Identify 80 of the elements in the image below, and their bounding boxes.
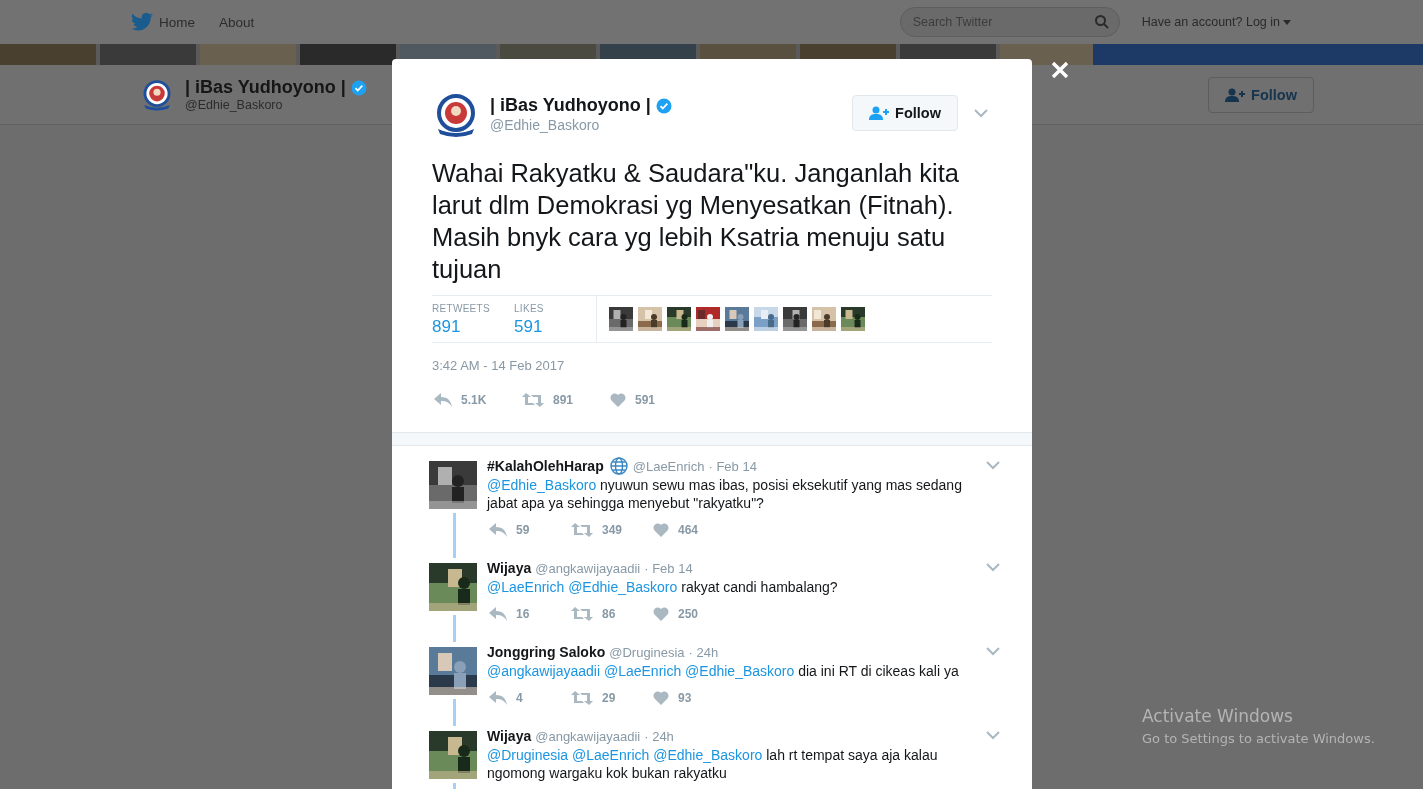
reply-author-name[interactable]: Jonggring Saloko	[487, 644, 606, 660]
heart-icon[interactable]	[653, 691, 669, 705]
caret-icon[interactable]	[986, 563, 1000, 572]
reply-icon[interactable]	[489, 691, 507, 705]
reply-time[interactable]: · Feb 14	[708, 458, 757, 474]
action-count: 59	[516, 523, 530, 537]
tweet-text: Wahai Rakyatku & Saudara"ku. Janganlah kita larut dlm Demokrasi yg Menyesatkan (Fitnah). Masih bnyk cara yg lebih Ksatria menuju satu tujuan	[432, 158, 960, 285]
heart-icon[interactable]	[610, 393, 626, 407]
bird-logo-icon[interactable]	[131, 13, 153, 31]
mention-link[interactable]: @LaeEnrich	[572, 747, 650, 763]
reply-author-handle[interactable]: @Druginesia	[609, 644, 685, 660]
caret-icon[interactable]	[986, 647, 1000, 656]
author-name[interactable]: | iBas Yudhoyono |	[490, 95, 651, 116]
login-link[interactable]: Have an account? Log in	[1141, 15, 1291, 29]
reply-text: @Edhie_Baskoro nyuwun sewu mas ibas, posisi eksekutif yang mas sedang jabat apa ya sehingga menyebut "rakyatku"?	[487, 476, 963, 512]
mention-link[interactable]: @angkawijayaadii	[487, 663, 601, 679]
reply-text: @LaeEnrich @Edhie_Baskoro rakyat candi hambalang?	[487, 578, 839, 596]
action-count: 5.1K	[461, 393, 487, 407]
reply-author-handle[interactable]: @angkawijayaadii	[535, 560, 641, 576]
caret-icon	[1283, 19, 1291, 25]
reply-icon[interactable]	[434, 393, 452, 407]
profile-handle: @Edhie_Baskoro	[185, 98, 284, 112]
reply-icon[interactable]	[489, 607, 507, 621]
caret-icon[interactable]	[974, 109, 988, 118]
action-count: 29	[602, 691, 616, 705]
profile-name[interactable]: | iBas Yudhoyono |	[185, 77, 346, 98]
activation-notice-text: Go to Settings to activate Windows.	[1142, 731, 1375, 746]
retweet-icon[interactable]	[522, 393, 544, 407]
action-count: 86	[602, 607, 616, 621]
caret-icon[interactable]	[986, 461, 1000, 470]
reply-text: @Druginesia @LaeEnrich @Edhie_Baskoro lah rt tempat saya aja kalau ngomong wargaku kok bukan rakyatku	[487, 746, 939, 782]
action-count: 4	[516, 691, 523, 705]
mention-link[interactable]: @Druginesia	[487, 747, 569, 763]
action-count: 464	[678, 523, 699, 537]
reply-author-handle[interactable]: @LaeEnrich	[632, 458, 705, 474]
nav-link[interactable]: Home	[159, 14, 195, 30]
stat-count[interactable]: 891	[432, 317, 490, 337]
thread-line	[452, 615, 456, 642]
add-person-icon	[869, 106, 890, 120]
heart-icon[interactable]	[653, 607, 669, 621]
action-count: 250	[678, 607, 699, 621]
reply-time[interactable]: · Feb 14	[644, 560, 693, 576]
action-count: 93	[678, 691, 692, 705]
follow-button[interactable]: Follow	[852, 95, 958, 131]
caret-icon[interactable]	[986, 731, 1000, 740]
tweet-timestamp: 3:42 AM - 14 Feb 2017	[432, 358, 566, 373]
thread-line	[452, 699, 456, 726]
reply-time[interactable]: · 24h	[688, 644, 719, 660]
mention-link[interactable]: @LaeEnrich	[487, 579, 565, 595]
action-count: 16	[516, 607, 530, 621]
close-icon[interactable]	[1051, 61, 1069, 79]
follow-button[interactable]: Follow	[1208, 76, 1314, 113]
stat-label: LIKES	[513, 303, 544, 314]
search-icon[interactable]	[1094, 15, 1109, 29]
stat-label: RETWEETS	[432, 303, 490, 314]
mention-link[interactable]: @LaeEnrich	[603, 663, 682, 679]
action-count: 349	[602, 523, 623, 537]
mention-link[interactable]: @Edhie_Baskoro	[685, 663, 795, 679]
retweet-icon[interactable]	[571, 691, 593, 705]
activation-notice-title: Activate Windows	[1142, 706, 1294, 726]
mention-link[interactable]: @Edhie_Baskoro	[568, 579, 678, 595]
thread-line	[452, 513, 456, 558]
reply-author-handle[interactable]: @angkawijayaadii	[535, 728, 641, 744]
mention-link[interactable]: @Edhie_Baskoro	[653, 747, 763, 763]
reply-author-name[interactable]: Wijaya	[487, 728, 532, 744]
author-handle[interactable]: @Edhie_Baskoro	[490, 117, 853, 133]
reply-time[interactable]: · 24h	[644, 728, 674, 744]
reply-icon[interactable]	[489, 523, 507, 537]
action-count: 591	[635, 393, 656, 407]
retweet-icon[interactable]	[571, 523, 593, 537]
nav-link[interactable]: About	[219, 14, 255, 30]
mention-link[interactable]: @Edhie_Baskoro	[487, 477, 597, 493]
action-count: 891	[553, 393, 574, 407]
reply-author-name[interactable]: Wijaya	[487, 560, 532, 576]
reply-author-name[interactable]: #KalahOlehHarap	[487, 458, 604, 474]
heart-icon[interactable]	[653, 523, 669, 537]
retweet-icon[interactable]	[571, 607, 593, 621]
stat-count[interactable]: 591	[513, 317, 544, 337]
add-person-icon	[1225, 87, 1246, 102]
reply-text: @angkawijayaadii @LaeEnrich @Edhie_Baskoro dia ini RT di cikeas kali ya	[487, 662, 960, 680]
